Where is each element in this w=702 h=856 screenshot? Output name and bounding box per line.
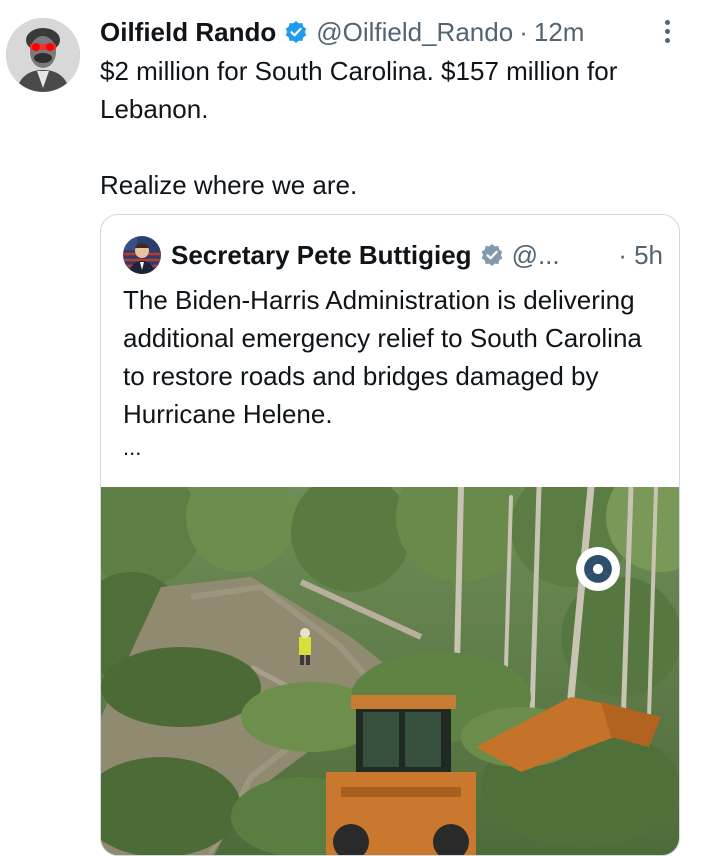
truncation-ellipsis: ...	[123, 435, 142, 460]
separator-dot: ·	[519, 16, 528, 47]
verified-badge-icon	[284, 20, 308, 44]
quoted-tweet[interactable]: Secretary Pete Buttigieg @... · 5h The B…	[100, 214, 680, 856]
author-avatar[interactable]	[6, 18, 80, 92]
tweet-header: Oilfield Rando @Oilfield_Rando · 12m	[100, 14, 690, 50]
quoted-tweet-header: Secretary Pete Buttigieg @... · 5h	[123, 235, 663, 275]
quoted-author-name[interactable]: Secretary Pete Buttigieg	[171, 240, 472, 271]
more-options-icon[interactable]	[662, 20, 672, 48]
quoted-author-avatar[interactable]	[123, 236, 161, 274]
quoted-tweet-text: The Biden-Harris Administration is deliv…	[123, 281, 653, 463]
author-handle[interactable]: @Oilfield_Rando	[316, 17, 513, 48]
tweet-time[interactable]: 12m	[534, 17, 585, 48]
quoted-tweet-body: The Biden-Harris Administration is deliv…	[123, 285, 642, 429]
verified-badge-icon	[480, 243, 504, 267]
author-name[interactable]: Oilfield Rando	[100, 17, 276, 48]
tweet[interactable]: Oilfield Rando @Oilfield_Rando · 12m $2 …	[0, 0, 702, 856]
quoted-author-handle[interactable]: @...	[512, 240, 560, 271]
quoted-tweet-time[interactable]: · 5h	[618, 240, 663, 271]
usdot-logo-icon	[576, 547, 620, 591]
tweet-text: $2 million for South Carolina. $157 mill…	[100, 56, 618, 200]
quoted-tweet-media[interactable]	[101, 487, 679, 855]
